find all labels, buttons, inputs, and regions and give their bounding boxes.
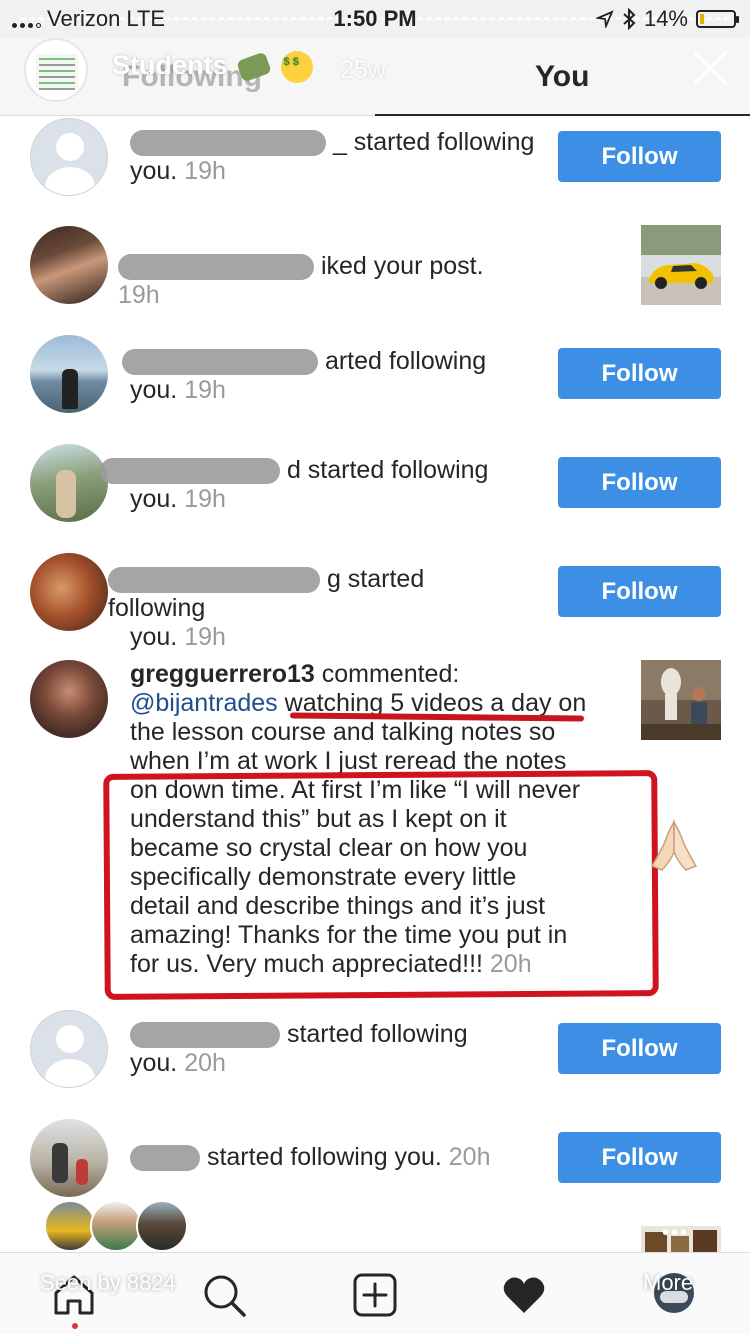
notification-you: you. (130, 485, 178, 513)
comment-username[interactable]: gregguerrero13 (130, 660, 315, 688)
story-owner-name: Students (112, 50, 313, 83)
timestamp: 19h (118, 281, 160, 309)
notification-action: d started following (286, 456, 489, 484)
seen-by-count[interactable]: Seen by 8824 (40, 1270, 176, 1296)
story-avatar[interactable] (24, 38, 88, 102)
heart-icon[interactable] (500, 1271, 548, 1319)
avatar[interactable] (30, 118, 108, 196)
comment-verb: commented: (321, 660, 460, 688)
redacted-username (100, 458, 280, 485)
comment-line: the lesson course and talking notes so (130, 718, 556, 746)
search-icon[interactable] (200, 1271, 248, 1319)
notification-text: _ started following you. 19h (130, 128, 540, 186)
timestamp: 20h (184, 1049, 226, 1077)
notification-row[interactable]: g started following you. 19h Follow (0, 551, 750, 651)
notification-action: started following you. (206, 1143, 442, 1171)
notification-action: iked your post. (320, 252, 484, 280)
notification-you: you. (130, 157, 178, 185)
redacted-username (108, 567, 320, 594)
story-owner-label: Students (112, 50, 228, 80)
redacted-username (122, 349, 318, 376)
more-dots: ••• (662, 1222, 690, 1244)
notification-row[interactable]: _ started following you. 19h Follow (0, 116, 750, 216)
timestamp: 19h (184, 157, 226, 185)
notification-you: you. (130, 376, 178, 404)
yellow-car-photo-icon (641, 225, 721, 305)
activity-header: Following Students 25w You (0, 38, 750, 116)
bluetooth-icon (623, 8, 636, 30)
follow-button[interactable]: Follow (558, 348, 721, 399)
avatar[interactable] (30, 1010, 108, 1088)
notification-text: arted following you. 19h (122, 347, 532, 405)
follow-button[interactable]: Follow (558, 1023, 721, 1074)
redacted-username (118, 254, 314, 281)
redacted-username (130, 130, 326, 157)
post-thumbnail[interactable] (641, 225, 721, 305)
viewer-avatar (44, 1200, 96, 1252)
statue-photo-icon (641, 660, 721, 740)
avatar[interactable] (30, 660, 108, 738)
notification-action: _ started following (332, 128, 535, 156)
notification-action: arted following (324, 347, 487, 375)
avatar[interactable] (30, 335, 108, 413)
status-right: 14% (595, 6, 739, 32)
timestamp: 19h (184, 485, 226, 513)
post-thumbnail[interactable] (641, 660, 721, 740)
notification-text: g started following you. 19h (108, 565, 518, 652)
activity-dot (72, 1323, 78, 1329)
notification-row[interactable]: arted following you. 19h Follow (0, 333, 750, 423)
battery-icon (696, 10, 739, 28)
location-arrow-icon (595, 10, 614, 28)
redacted-username (130, 1145, 200, 1172)
battery-percent: 14% (643, 6, 688, 31)
red-box-annotation (103, 770, 659, 1000)
notification-row[interactable]: started following you. 20h Follow (0, 1008, 750, 1098)
notification-you: you. (130, 1049, 178, 1077)
avatar[interactable] (30, 553, 108, 631)
comment-mention[interactable]: @bijantrades (130, 689, 278, 717)
notification-text: started following you. 20h (130, 1143, 540, 1172)
notification-text: iked your post. 19h (118, 252, 528, 310)
notification-action: started following (286, 1020, 468, 1048)
story-thumbnail-doc (36, 54, 78, 90)
notification-row[interactable]: started following you. 20h Follow (0, 1117, 750, 1207)
status-bar: Verizon LTE 1:50 PM 14% (0, 0, 750, 38)
money-mouth-face-emoji-icon (280, 50, 313, 83)
timestamp: 20h (448, 1143, 491, 1171)
avatar[interactable] (30, 444, 108, 522)
follow-button[interactable]: Follow (558, 1132, 721, 1183)
praying-hands-emoji-icon (650, 819, 698, 871)
avatar[interactable] (30, 226, 108, 304)
viewer-avatar (90, 1200, 142, 1252)
money-wings-emoji-icon (236, 51, 272, 83)
close-icon[interactable] (692, 50, 728, 86)
notification-you: you. (130, 623, 178, 651)
more-button[interactable]: More (643, 1270, 693, 1296)
notification-text: d started following you. 19h (100, 456, 510, 514)
timestamp: 19h (184, 623, 226, 651)
avatar[interactable] (30, 1119, 108, 1197)
notification-text: started following you. 20h (130, 1020, 540, 1078)
follow-button[interactable]: Follow (558, 457, 721, 508)
viewer-avatar (136, 1200, 188, 1252)
follow-button[interactable]: Follow (558, 566, 721, 617)
add-post-icon[interactable] (351, 1271, 399, 1319)
notification-row[interactable]: iked your post. 19h (0, 224, 750, 314)
notification-row[interactable]: d started following you. 19h Follow (0, 442, 750, 532)
redacted-username (130, 1022, 280, 1049)
timestamp: 19h (184, 376, 226, 404)
tab-you-label: You (535, 60, 590, 93)
follow-button[interactable]: Follow (558, 131, 721, 182)
